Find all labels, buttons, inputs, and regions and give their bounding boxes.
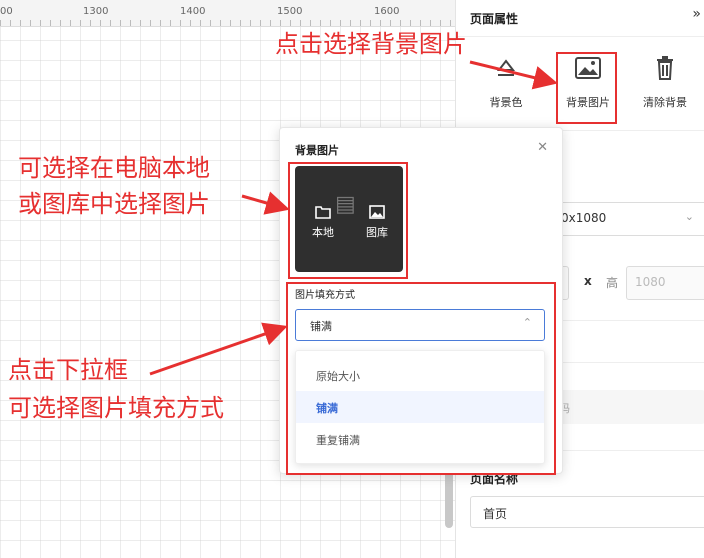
double-chevron-right-icon[interactable]: » — [692, 6, 701, 22]
trash-icon — [633, 56, 697, 88]
highlight-box-bg-image — [556, 52, 617, 124]
annotation-choose-source-1: 可选择在电脑本地 — [18, 154, 210, 182]
page-name-input[interactable]: 首页 — [470, 496, 704, 528]
paint-bucket-icon — [474, 56, 538, 88]
close-icon[interactable]: ✕ — [537, 140, 548, 155]
ruler-tick: 1400 — [180, 6, 206, 17]
background-color-button[interactable]: 背景色 — [474, 56, 538, 110]
ruler-tick: 1300 — [83, 6, 109, 17]
ruler-tick: 00 — [0, 6, 13, 17]
annotation-click-bg-image: 点击选择背景图片 — [275, 30, 467, 58]
page-name-value: 首页 — [483, 507, 508, 521]
annotation-choose-source-2: 或图库中选择图片 — [18, 190, 210, 218]
chevron-down-icon: ⌄ — [684, 210, 694, 223]
highlight-box-fill-mode — [286, 282, 556, 475]
highlight-box-source — [288, 162, 408, 279]
horizontal-ruler: 00 1300 1400 1500 1600 — [0, 0, 455, 27]
height-label: 高 — [606, 276, 619, 290]
resolution-value: 0x1080 — [561, 211, 607, 225]
annotation-click-dropdown-2: 可选择图片填充方式 — [8, 394, 224, 422]
panel-title: 页面属性 — [470, 12, 519, 26]
height-input[interactable]: 1080 — [626, 266, 704, 300]
size-separator: x — [584, 274, 592, 288]
background-color-label: 背景色 — [489, 96, 523, 109]
clear-background-button[interactable]: 清除背景 — [633, 56, 697, 110]
vertical-scrollbar[interactable] — [445, 470, 453, 528]
height-value: 1080 — [635, 275, 666, 289]
clear-background-label: 清除背景 — [643, 96, 687, 109]
ruler-tick: 1500 — [277, 6, 303, 17]
dialog-title: 背景图片 — [295, 144, 339, 157]
annotation-click-dropdown-1: 点击下拉框 — [8, 356, 128, 384]
ruler-tick: 1600 — [374, 6, 400, 17]
divider — [456, 36, 704, 37]
